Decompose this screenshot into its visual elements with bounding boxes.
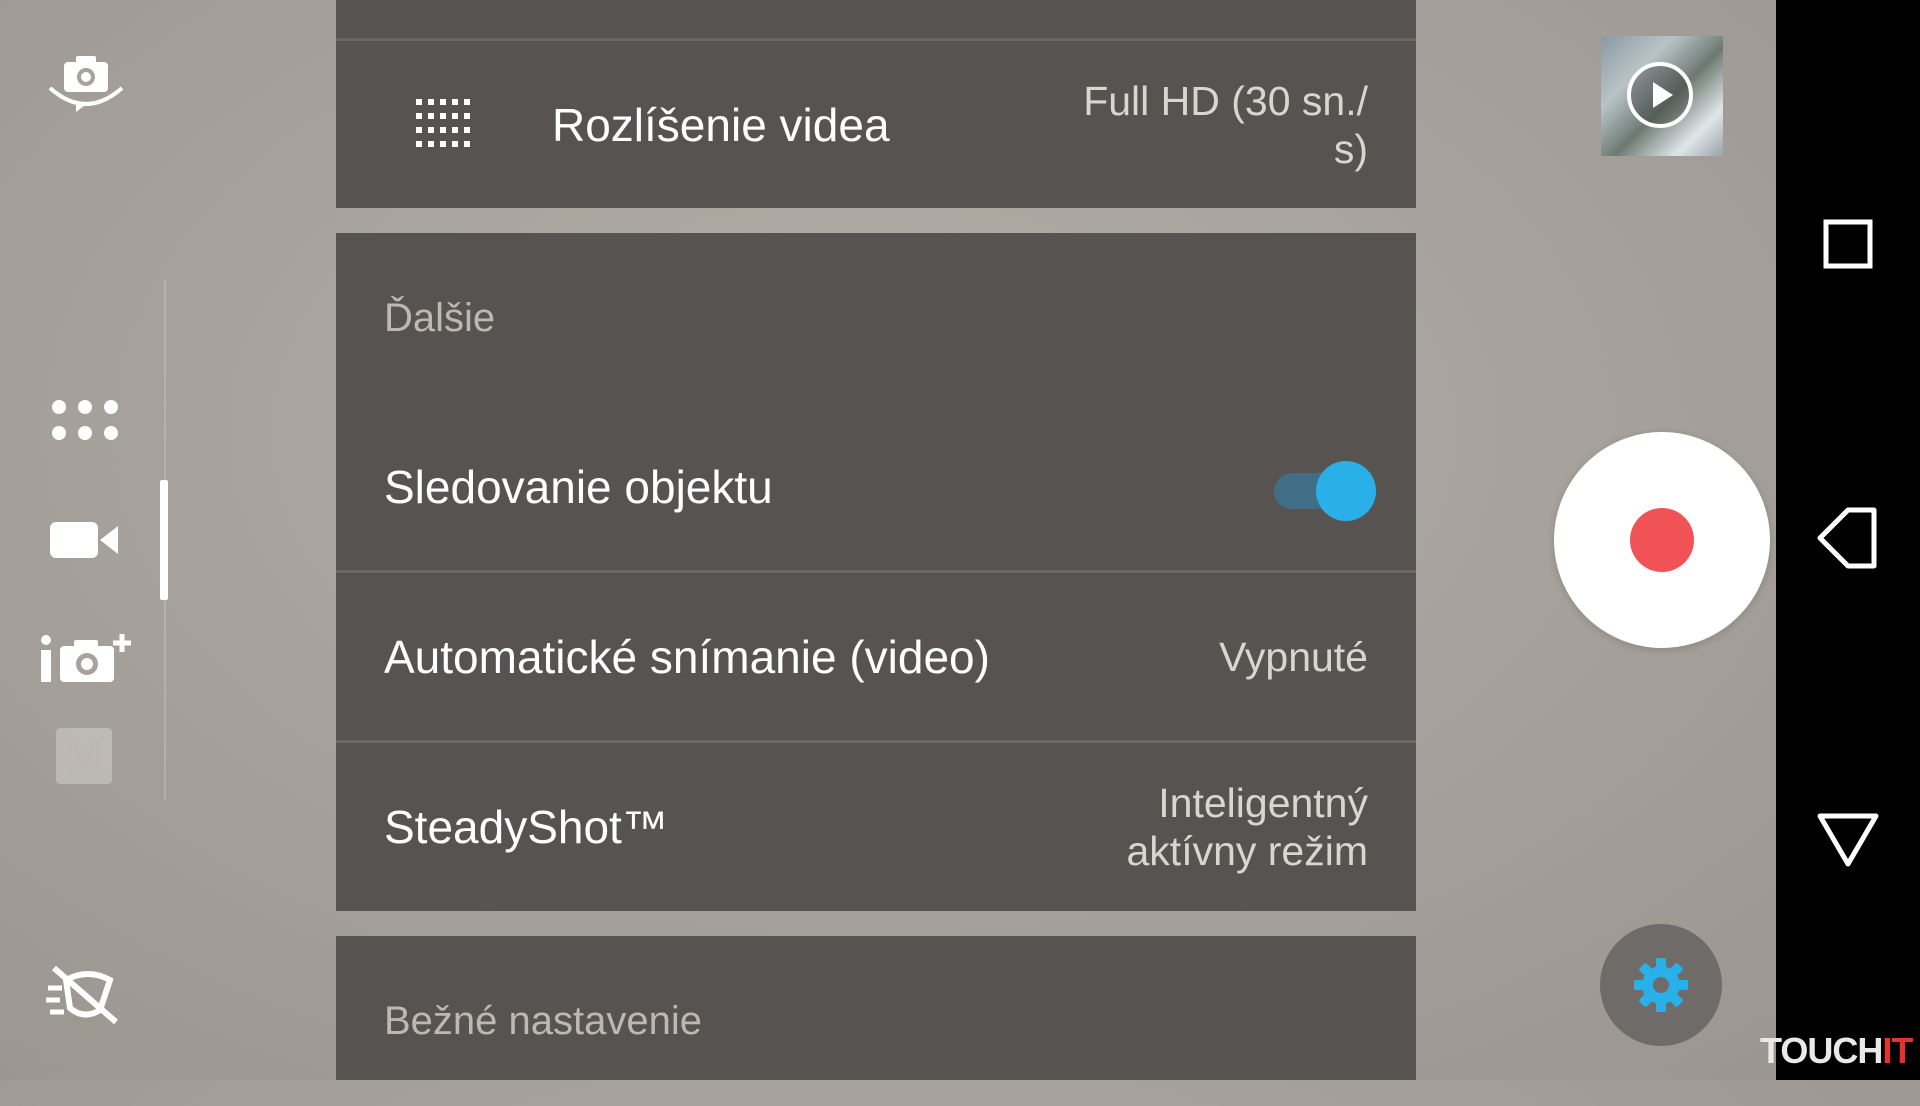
recents-square-icon[interactable]: [1814, 210, 1882, 278]
resolution-grid-icon: [416, 99, 472, 147]
section-label-common: Bežné nastavenie: [384, 998, 703, 1043]
section-header-more: Ďalšie: [336, 233, 1416, 403]
video-resolution-row[interactable]: Rozlíšenie videa Full HD (30 sn./ s): [336, 41, 1416, 208]
gallery-thumbnail[interactable]: [1601, 36, 1723, 156]
object-tracking-label: Sledovanie objektu: [384, 461, 773, 513]
object-tracking-row[interactable]: Sledovanie objektu: [336, 403, 1416, 571]
toggle-thumb: [1316, 461, 1376, 521]
record-button[interactable]: [1554, 432, 1770, 648]
object-tracking-toggle[interactable]: [1274, 457, 1378, 521]
manual-mode-letter: M: [64, 729, 104, 783]
auto-capture-label: Automatické snímanie (video): [384, 631, 990, 683]
watermark-accent: IT: [1882, 1030, 1913, 1071]
auto-capture-row[interactable]: Automatické snímanie (video) Vypnuté: [336, 573, 1416, 741]
camera-viewfinder: M Rozlíšenie videa Full HD (30 sn./ s) Ď…: [0, 0, 1776, 1080]
steadyshot-row[interactable]: SteadyShot™ Inteligentný aktívny režim: [336, 743, 1416, 911]
settings-card-top: Rozlíšenie videa Full HD (30 sn./ s): [336, 0, 1416, 208]
video-resolution-value-line2: s): [1333, 125, 1368, 172]
settings-card-common: Bežné nastavenie: [336, 936, 1416, 1080]
manual-mode-icon[interactable]: M: [56, 728, 112, 784]
superior-auto-icon[interactable]: [38, 632, 136, 684]
video-mode-icon[interactable]: [48, 518, 120, 562]
home-triangle-icon[interactable]: [1812, 804, 1884, 876]
mode-active-indicator: [160, 480, 168, 600]
steadyshot-value-line1: Inteligentný: [1158, 780, 1368, 826]
app-grid-icon[interactable]: [50, 398, 120, 442]
watermark-text: TOUCH: [1760, 1030, 1883, 1071]
video-resolution-value: Full HD (30 sn./ s): [1083, 77, 1368, 173]
settings-button[interactable]: [1600, 924, 1722, 1046]
navigation-bar: [1776, 0, 1920, 1080]
play-icon: [1627, 62, 1693, 128]
settings-card-more: Ďalšie Sledovanie objektu Automatické sn…: [336, 233, 1416, 911]
touchit-watermark: TOUCHIT: [1760, 1030, 1913, 1072]
auto-capture-value: Vypnuté: [1219, 634, 1368, 680]
settings-panel: Rozlíšenie videa Full HD (30 sn./ s) Ďal…: [336, 0, 1416, 1080]
steadyshot-value-line2: aktívny režim: [1126, 828, 1369, 874]
mode-rail: M: [0, 0, 170, 1080]
switch-camera-icon[interactable]: [40, 50, 132, 116]
record-dot-icon: [1630, 508, 1694, 572]
section-header-common: Bežné nastavenie: [336, 936, 1416, 1106]
back-triangle-icon[interactable]: [1812, 502, 1884, 574]
video-resolution-label: Rozlíšenie videa: [552, 98, 890, 151]
settings-gear-icon: [1632, 956, 1690, 1014]
steadyshot-label: SteadyShot™: [384, 801, 668, 853]
section-label-more: Ďalšie: [384, 295, 496, 340]
flash-off-icon[interactable]: [44, 960, 124, 1030]
steadyshot-value: Inteligentný aktívny režim: [1127, 779, 1369, 875]
video-resolution-value-line1: Full HD (30 sn./: [1083, 77, 1368, 124]
